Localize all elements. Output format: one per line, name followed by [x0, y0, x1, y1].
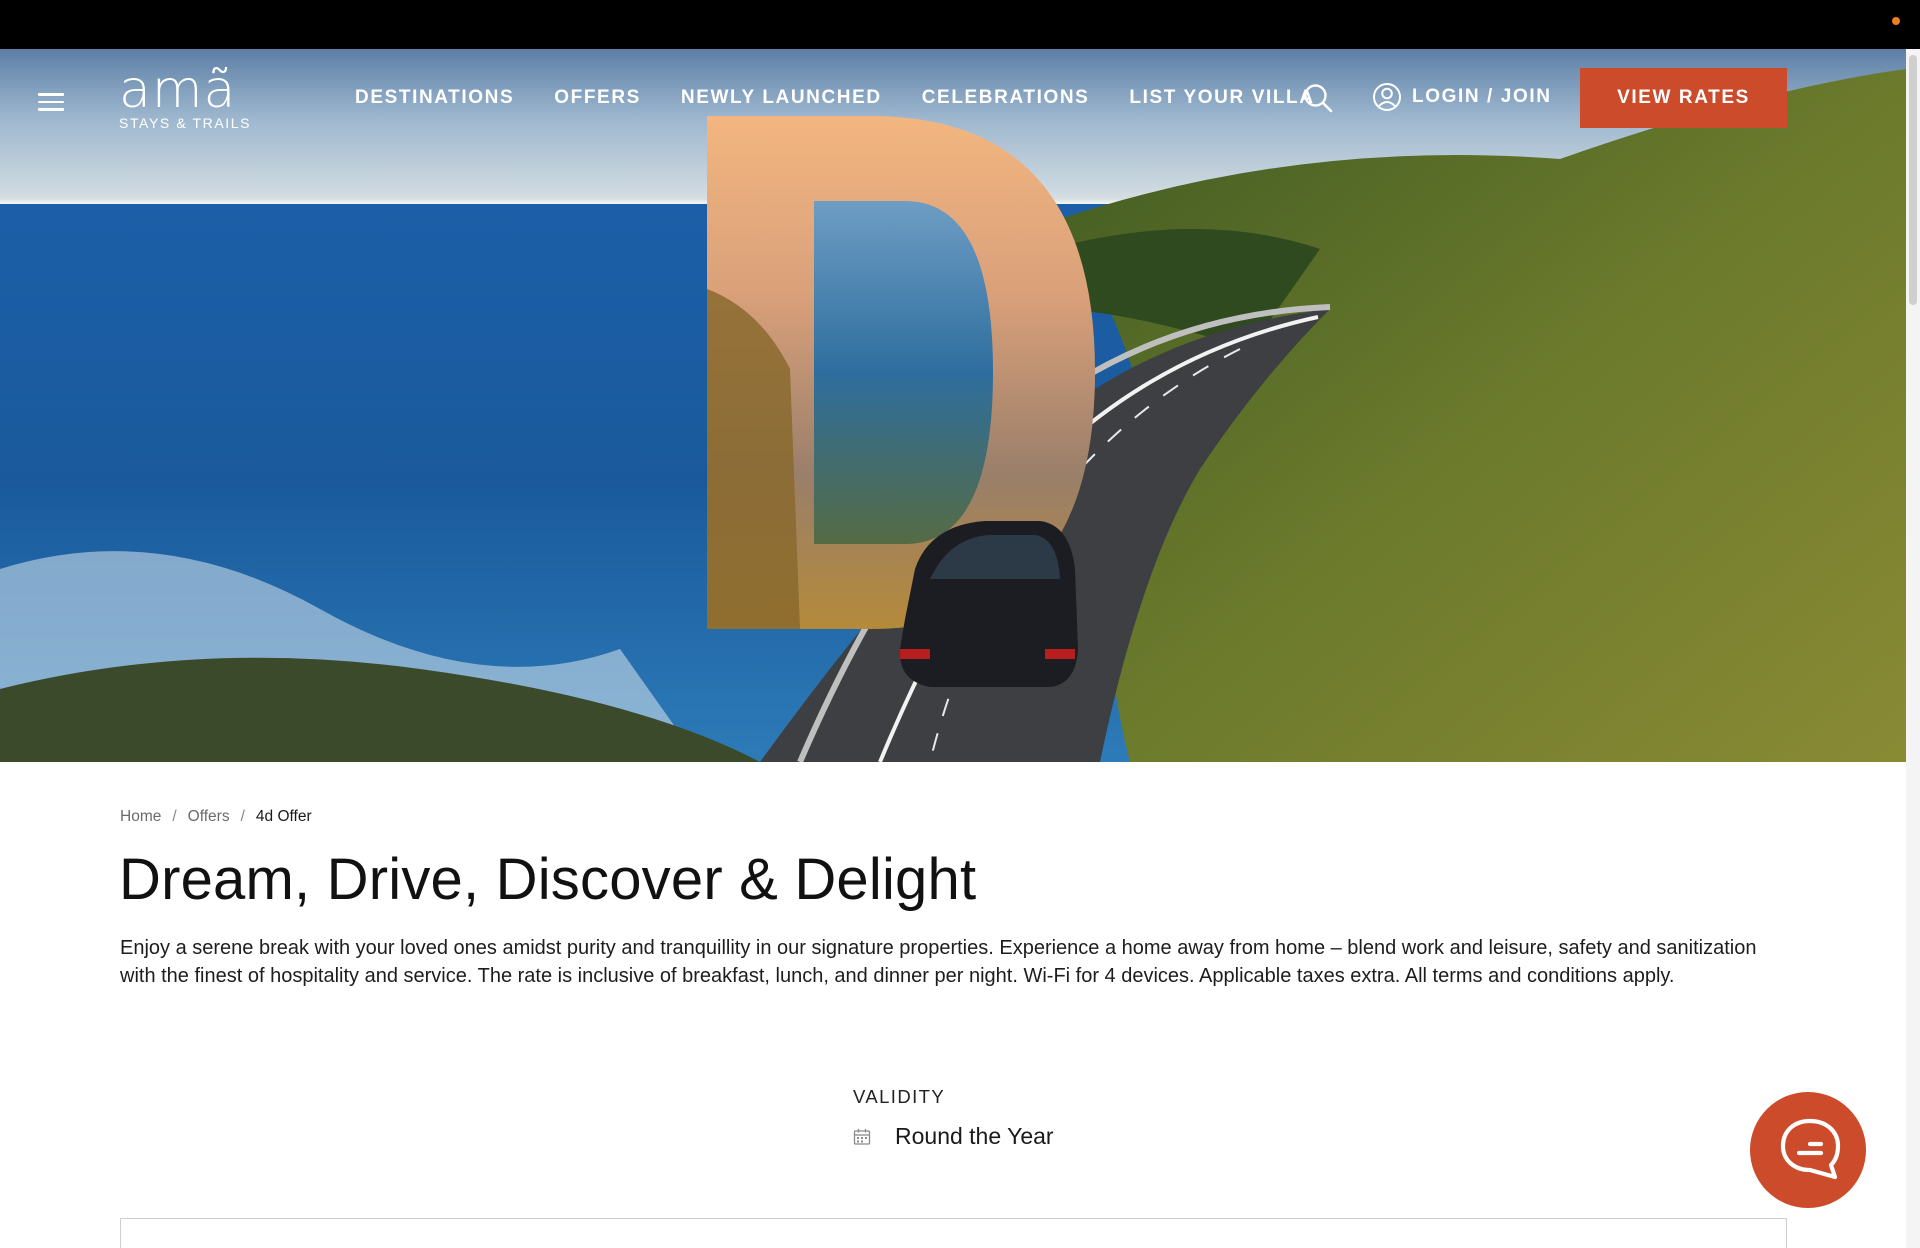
offer-details-card [120, 1218, 1787, 1248]
brand-tagline: STAYS & TRAILS [119, 115, 252, 131]
offer-description: Enjoy a serene break with your loved one… [120, 937, 1757, 987]
breadcrumb: Home / Offers / 4d Offer [120, 808, 312, 826]
chat-button[interactable] [1750, 1092, 1866, 1208]
breadcrumb-current: 4d Offer [255, 808, 312, 825]
nav-link-newly-launched[interactable]: NEWLY LAUNCHED [681, 87, 882, 109]
breadcrumb-separator: / [240, 808, 245, 825]
page-title: Dream, Drive, Discover & Delight [119, 847, 977, 912]
breadcrumb-offers[interactable]: Offers [188, 808, 230, 826]
scrollbar-thumb[interactable] [1909, 55, 1917, 305]
login-join-label: LOGIN / JOIN [1412, 86, 1552, 107]
nav-link-destinations[interactable]: DESTINATIONS [355, 87, 514, 109]
nav-links: DESTINATIONS OFFERS NEWLY LAUNCHED CELEB… [355, 87, 1355, 109]
calendar-icon [853, 1128, 871, 1145]
hero-image [0, 69, 1906, 762]
nav-link-list-your-villa[interactable]: LIST YOUR VILLA [1129, 87, 1314, 109]
validity-label: VALIDITY [853, 1086, 946, 1107]
browser-top-bar [0, 0, 1920, 49]
breadcrumb-home[interactable]: Home [120, 808, 161, 826]
brand-logo[interactable]: amã STAYS & TRAILS [119, 61, 251, 131]
validity-row: Round the Year [853, 1123, 1054, 1150]
hero-banner [0, 49, 1906, 762]
nav-link-celebrations[interactable]: CELEBRATIONS [922, 87, 1090, 109]
hamburger-menu-icon[interactable] [38, 93, 64, 113]
user-circle-icon [1373, 83, 1401, 111]
main-navigation: amã STAYS & TRAILS DESTINATIONS OFFERS N… [0, 49, 1906, 149]
search-icon[interactable] [1302, 82, 1334, 114]
nav-link-offers[interactable]: OFFERS [554, 87, 641, 109]
brand-name: amã [119, 60, 237, 120]
page-scrollbar[interactable] [1906, 49, 1920, 1248]
chat-bubble-icon [1780, 1118, 1841, 1180]
notification-dot [1892, 17, 1900, 25]
breadcrumb-separator: / [172, 808, 177, 825]
login-join-link[interactable]: LOGIN / JOIN [1372, 82, 1552, 112]
view-rates-button[interactable]: VIEW RATES [1580, 68, 1787, 128]
validity-value: Round the Year [895, 1123, 1054, 1149]
